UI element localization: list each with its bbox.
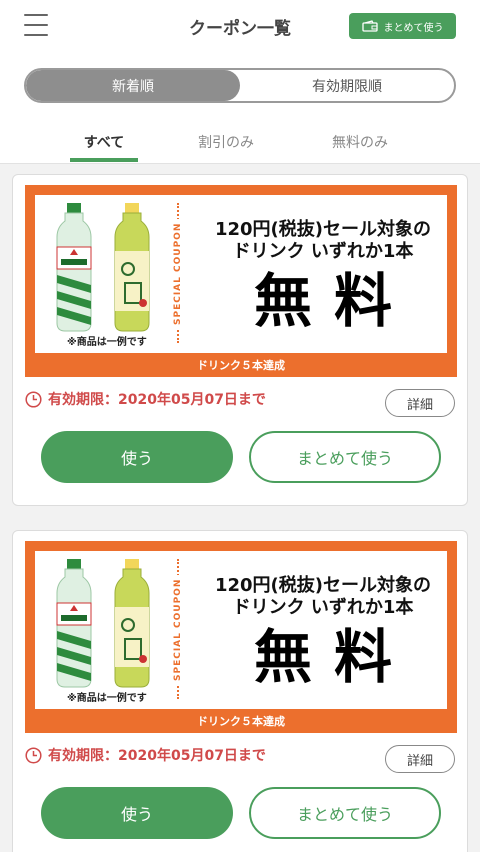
coupon-banner-body: ※商品は一例です SPECIAL COUPON 120円(税抜)セール対象の ド…: [35, 195, 447, 353]
special-coupon-label: SPECIAL COUPON: [169, 219, 187, 329]
coupon-condition: ドリンク５本達成: [197, 359, 285, 372]
sort-option-expiry[interactable]: 有効期限順: [240, 70, 454, 101]
tab-all[interactable]: すべて: [54, 132, 154, 152]
special-coupon-label: SPECIAL COUPON: [169, 575, 187, 685]
active-tab-indicator: [70, 158, 138, 162]
sort-option-newest[interactable]: 新着順: [26, 70, 240, 101]
bulk-use-button[interactable]: まとめて使う: [249, 787, 441, 839]
coupon-banner-body: ※商品は一例です SPECIAL COUPON 120円(税抜)セール対象の ド…: [35, 551, 447, 709]
header-bulk-use-label: まとめて使う: [383, 22, 444, 34]
coupon-offer: 無料: [253, 623, 414, 691]
coupon-description-line2: ドリンク いずれか1本: [232, 241, 414, 262]
tab-discount-only[interactable]: 割引のみ: [176, 132, 276, 152]
coupon-condition: ドリンク５本達成: [197, 715, 285, 728]
coupon-expiry-text: 有効期限：2020年05月07日まで: [48, 392, 266, 408]
use-button[interactable]: 使う: [41, 787, 233, 839]
product-bottles-image: [56, 203, 150, 332]
header-bulk-use-button[interactable]: まとめて使う: [349, 13, 456, 39]
filter-tabs: すべて 割引のみ 無料のみ: [0, 122, 480, 164]
product-bottles-image: [56, 559, 150, 688]
wallet-icon: [361, 20, 378, 32]
coupon-expiry: 有効期限：2020年05月07日まで: [25, 745, 266, 765]
coupon-expiry: 有効期限：2020年05月07日まで: [25, 389, 266, 409]
coupon-card: ※商品は一例です SPECIAL COUPON 120円(税抜)セール対象の ド…: [12, 174, 468, 506]
coupon-banner[interactable]: ※商品は一例です SPECIAL COUPON 120円(税抜)セール対象の ド…: [25, 541, 457, 733]
coupon-banner[interactable]: ※商品は一例です SPECIAL COUPON 120円(税抜)セール対象の ド…: [25, 185, 457, 377]
coupon-offer: 無料: [253, 267, 414, 335]
coupon-expiry-text: 有効期限：2020年05月07日まで: [48, 748, 266, 764]
bulk-use-button[interactable]: まとめて使う: [249, 431, 441, 483]
detail-button[interactable]: 詳細: [385, 389, 455, 417]
example-note: ※商品は一例です: [67, 337, 147, 348]
clock-icon: [25, 390, 42, 408]
sort-toggle-area: 新着順 有効期限順: [0, 52, 480, 122]
coupon-description-line2: ドリンク いずれか1本: [232, 597, 414, 618]
sort-toggle: 新着順 有効期限順: [24, 68, 456, 103]
example-note: ※商品は一例です: [67, 693, 147, 704]
coupon-card: ※商品は一例です SPECIAL COUPON 120円(税抜)セール対象の ド…: [12, 530, 468, 852]
use-button[interactable]: 使う: [41, 431, 233, 483]
detail-button[interactable]: 詳細: [385, 745, 455, 773]
app-header: クーポン一覧 まとめて使う: [0, 0, 480, 52]
clock-icon: [25, 746, 42, 764]
tab-free-only[interactable]: 無料のみ: [310, 132, 410, 152]
